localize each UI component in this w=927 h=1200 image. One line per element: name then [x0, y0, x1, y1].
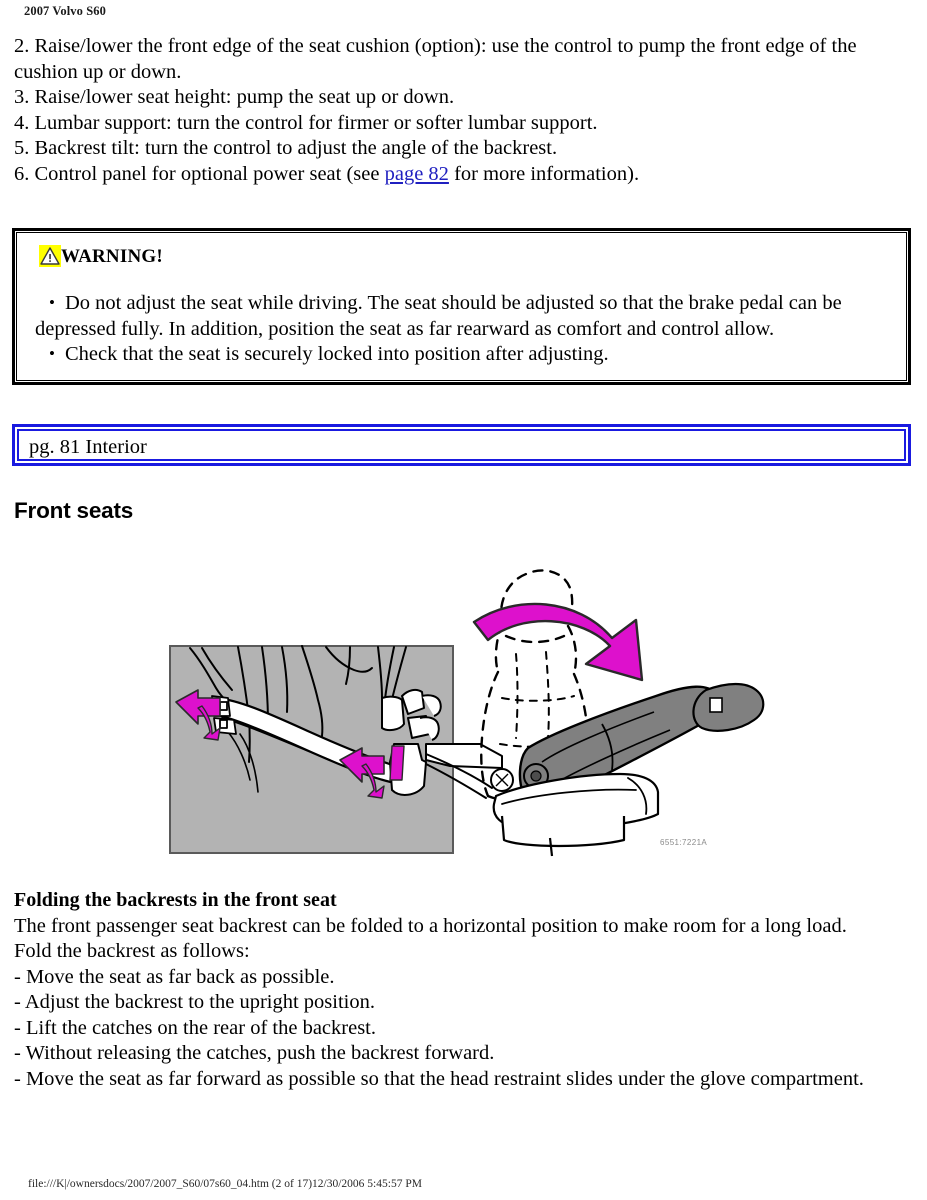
front-seat-folding-illustration: [150, 548, 790, 878]
page-title: Front seats: [14, 498, 134, 523]
warning-title: WARNING!: [61, 245, 163, 267]
folding-step-3: - Lift the catches on the rear of the ba…: [14, 1016, 376, 1039]
folding-intro: The front passenger seat backrest can be…: [14, 914, 847, 937]
warning-bullet-2: Check that the seat is securely locked i…: [35, 341, 896, 368]
page-82-link[interactable]: page 82: [385, 163, 449, 185]
warning-bullet-1-line2: depressed fully. In addition, position t…: [35, 317, 775, 340]
folding-step-2: - Adjust the backrest to the upright pos…: [14, 991, 375, 1014]
folding-lead-in: Fold the backrest as follows:: [14, 940, 250, 963]
folding-step-5: - Move the seat as far forward as possib…: [14, 1068, 864, 1091]
folding-heading: Folding the backrests in the front seat: [14, 889, 337, 911]
running-header: 2007 Volvo S60: [24, 4, 106, 18]
arrow-fold-direction: [472, 602, 644, 682]
instruction-item-2: 2. Raise/lower the front edge of the sea…: [14, 35, 857, 83]
folding-instructions: Folding the backrests in the front seat …: [14, 888, 913, 1093]
instruction-item-6-prefix: 6. Control panel for optional power seat…: [14, 162, 385, 185]
document-page: 2007 Volvo S60 2. Raise/lower the front …: [0, 0, 927, 1200]
instruction-item-6: 6. Control panel for optional power seat…: [14, 162, 913, 188]
warning-triangle-icon: [39, 245, 61, 267]
page-banner-text: pg. 81 Interior: [29, 436, 147, 458]
instruction-item-3: 3. Raise/lower seat height: pump the sea…: [14, 86, 455, 109]
warning-spacer: [27, 273, 896, 291]
warning-title-row: WARNING!: [39, 245, 896, 267]
instruction-list: 2. Raise/lower the front edge of the sea…: [14, 34, 913, 188]
warning-bullet-1: Do not adjust the seat while driving. Th…: [35, 290, 896, 342]
folding-step-4: - Without releasing the catches, push th…: [14, 1042, 495, 1065]
page-banner-inner: pg. 81 Interior: [17, 429, 906, 461]
instruction-item-5: 5. Backrest tilt: turn the control to ad…: [14, 137, 558, 160]
warning-box: WARNING! Do not adjust the seat while dr…: [12, 228, 911, 385]
page-banner: pg. 81 Interior: [12, 424, 911, 466]
page-footer: file:///K|/ownersdocs/2007/2007_S60/07s6…: [28, 1178, 422, 1190]
instruction-item-6-suffix: for more information).: [448, 162, 640, 185]
warning-bullet-1-line1: Do not adjust the seat while driving. Th…: [65, 292, 842, 314]
folding-step-1: - Move the seat as far back as possible.: [14, 965, 335, 988]
warning-box-inner: WARNING! Do not adjust the seat while dr…: [16, 232, 907, 381]
figure-reference: 6551:7221A: [660, 838, 708, 847]
instruction-item-4: 4. Lumbar support: turn the control for …: [14, 111, 598, 134]
warning-bullet-list: Do not adjust the seat while driving. Th…: [27, 290, 896, 368]
